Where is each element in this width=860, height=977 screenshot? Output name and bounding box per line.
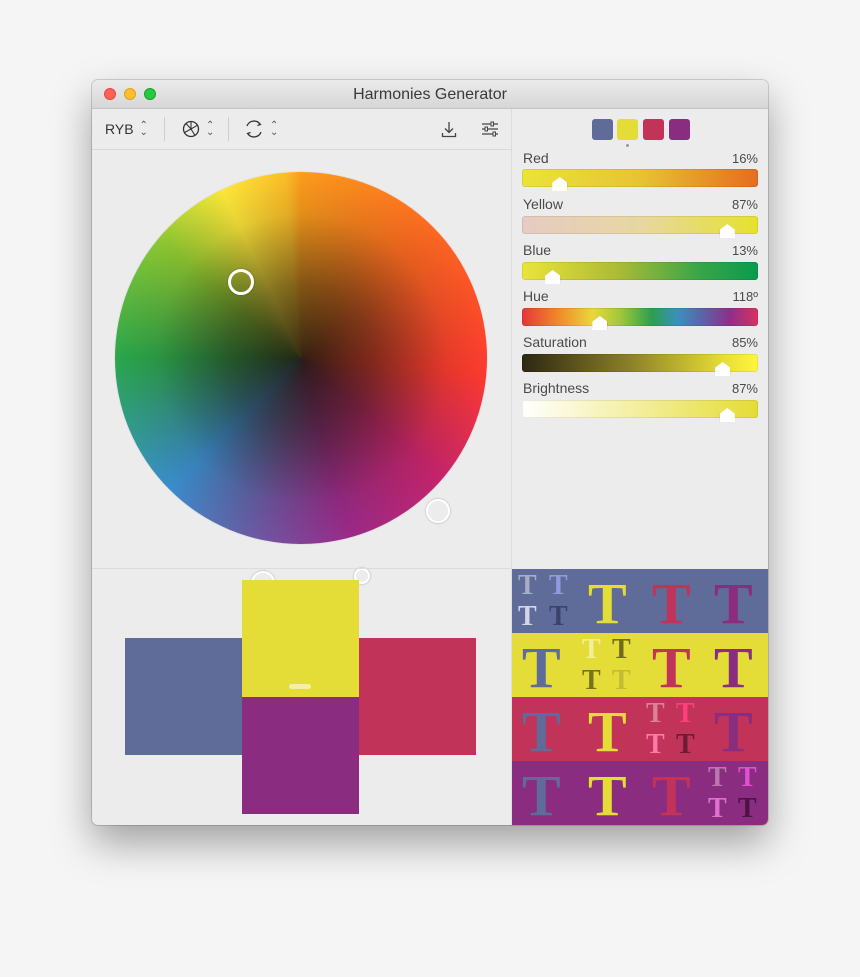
chevron-updown-icon: ⌃ ⌄	[139, 120, 148, 138]
preview-row-purple: T T T T T T T	[512, 761, 768, 825]
palette-layout	[92, 569, 511, 825]
saturation-slider-thumb[interactable]	[715, 362, 731, 376]
preview-glyph: T	[612, 634, 631, 665]
preview-glyph: T	[549, 601, 568, 632]
preview-glyph: T	[652, 571, 691, 636]
toolbar: RYB ⌃ ⌄ ⌃ ⌄ ⌃ ⌄	[92, 109, 511, 150]
preview-glyph: T	[714, 635, 753, 700]
preview-glyph: T	[738, 793, 757, 824]
red-slider-value: 16%	[731, 151, 758, 166]
preview-glyph: T	[522, 763, 561, 825]
red-slider-thumb[interactable]	[552, 177, 568, 191]
swatch-bluegray[interactable]	[592, 119, 613, 140]
preview-glyph: T	[646, 698, 665, 729]
app-window: Harmonies Generator RYB ⌃ ⌄ ⌃ ⌄ ⌃ ⌄ Red …	[92, 80, 768, 825]
preview-glyph: T	[518, 601, 537, 632]
selected-swatch-indicator	[626, 144, 629, 147]
preview-glyph: T	[676, 698, 695, 729]
preview-row-yellow: T T T T T T T	[512, 633, 768, 697]
hue-slider-value: 118º	[732, 289, 758, 304]
red-slider-label: Red	[523, 150, 549, 166]
blue-slider-label: Blue	[523, 242, 552, 258]
sliders-icon	[482, 121, 498, 137]
settings-button[interactable]	[481, 109, 499, 149]
preview-glyph: T	[588, 699, 627, 764]
hue-slider-thumb[interactable]	[592, 316, 608, 330]
preview-glyph: T	[588, 763, 627, 825]
preview-glyph: T	[522, 635, 561, 700]
preview-glyph: T	[588, 571, 627, 636]
preview-glyph: T	[652, 763, 691, 825]
harmony-type-popup[interactable]: ⌃ ⌄	[182, 109, 214, 149]
export-button[interactable]	[441, 109, 457, 149]
preview-glyph: T	[714, 699, 753, 764]
brightness-slider-label: Brightness	[523, 380, 590, 396]
preview-row-bluegray: T T T T T T T	[512, 569, 768, 633]
preview-glyph: T	[714, 571, 753, 636]
preview-row-crimson: T T T T T T T	[512, 697, 768, 761]
yellow-slider-track[interactable]	[522, 216, 758, 238]
yellow-slider-label: Yellow	[523, 196, 563, 212]
wheel-handle-crimson[interactable]	[426, 499, 450, 523]
red-slider-track[interactable]	[522, 169, 758, 191]
swatch-yellow[interactable]	[617, 119, 638, 140]
rotation-popup[interactable]: ⌃ ⌄	[244, 109, 278, 149]
preview-glyph: T	[652, 635, 691, 700]
preview-glyph: T	[738, 762, 757, 793]
hue-slider-label: Hue	[523, 288, 549, 304]
brightness-slider-value: 87%	[731, 381, 758, 396]
color-model-label: RYB	[105, 121, 134, 137]
color-model-popup[interactable]: RYB ⌃ ⌄	[105, 109, 148, 149]
color-wheel-icon	[182, 120, 200, 138]
yellow-slider-thumb[interactable]	[719, 224, 735, 238]
color-wheel[interactable]	[115, 172, 487, 544]
preview-glyph: T	[522, 699, 561, 764]
preview-glyph: T	[582, 665, 601, 696]
preview-glyph: T	[549, 570, 568, 601]
chevron-updown-icon: ⌃ ⌄	[270, 120, 279, 138]
preview-glyph: T	[708, 762, 727, 793]
title-bar: Harmonies Generator	[92, 80, 768, 109]
palette-block-yellow[interactable]	[242, 580, 359, 697]
saturation-slider-track[interactable]	[522, 354, 758, 376]
brightness-slider-track[interactable]	[522, 400, 758, 422]
swatch-crimson[interactable]	[643, 119, 664, 140]
preview-glyph: T	[612, 665, 631, 696]
selected-block-indicator	[289, 684, 311, 689]
blue-slider-track[interactable]	[522, 262, 758, 284]
blue-slider-value: 13%	[731, 243, 758, 258]
color-wheel-panel	[92, 150, 511, 595]
palette-block-bluegray[interactable]	[125, 638, 242, 755]
preview-glyph: T	[708, 793, 727, 824]
preview-glyph: T	[518, 570, 537, 601]
saturation-slider-label: Saturation	[523, 334, 587, 350]
saturation-slider-value: 85%	[731, 335, 758, 350]
window-title: Harmonies Generator	[353, 86, 507, 103]
hue-slider-track[interactable]	[522, 308, 758, 330]
wheel-handle-yellow[interactable]	[228, 269, 254, 295]
blue-slider-thumb[interactable]	[545, 270, 561, 284]
preview-glyph: T	[582, 634, 601, 665]
brightness-slider-thumb[interactable]	[719, 408, 735, 422]
chevron-updown-icon: ⌃ ⌄	[206, 120, 215, 138]
download-icon	[441, 122, 457, 138]
rotate-icon	[246, 120, 262, 138]
swatch-purple[interactable]	[669, 119, 690, 140]
palette-block-purple[interactable]	[242, 697, 359, 814]
preview-glyph: T	[676, 729, 695, 760]
preview-glyph: T	[646, 729, 665, 760]
color-controls-panel: Red 16% Yellow 87% Blue 13% Hue 118º Sat…	[512, 109, 768, 569]
palette-block-crimson[interactable]	[359, 638, 476, 755]
yellow-slider-value: 87%	[731, 197, 758, 212]
contrast-preview-grid: T T T T T T T T T T T T T T T T T T T T …	[512, 569, 768, 825]
